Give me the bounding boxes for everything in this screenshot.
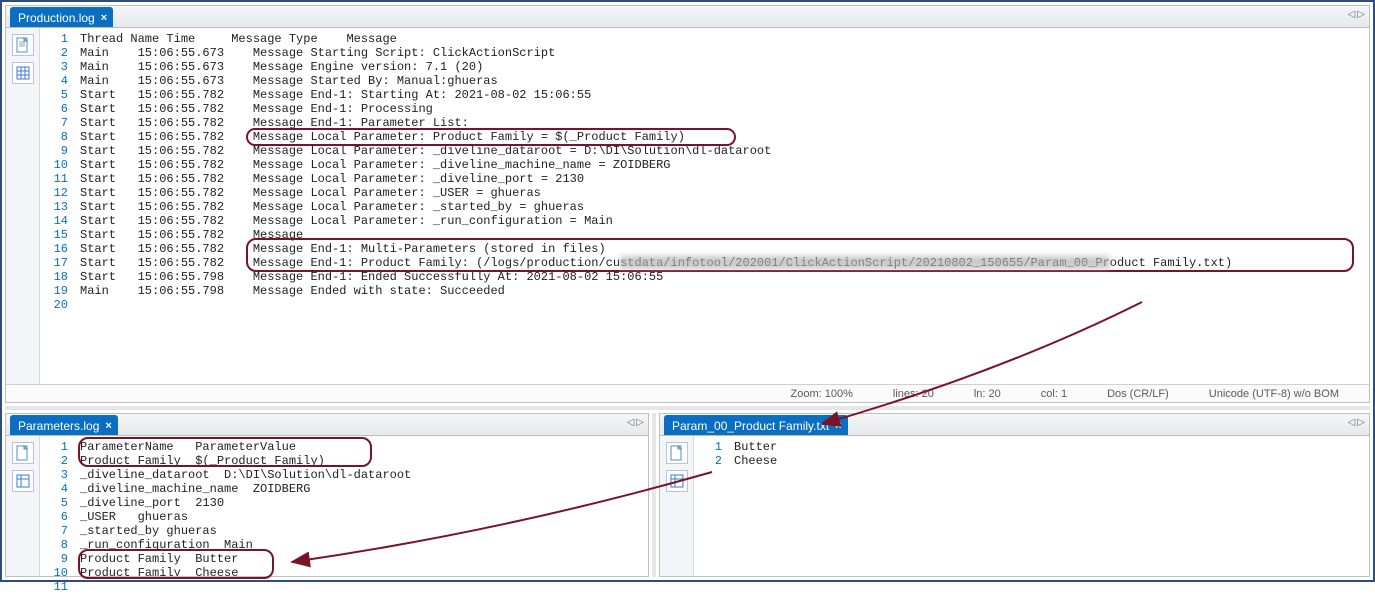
status-zoom: Zoom: 100% <box>790 388 852 400</box>
table-icon[interactable] <box>12 470 34 492</box>
tab-prev-icon[interactable]: ◁ <box>1348 417 1356 428</box>
splitter-vertical[interactable] <box>652 413 656 577</box>
status-lines: lines: 20 <box>893 388 934 400</box>
editor-pane-param-file: Param_00_Product Family.txt × ◁ ▷ 1 2 Bu… <box>659 413 1370 577</box>
tab-label: Parameters.log <box>18 419 99 433</box>
tab-prev-icon[interactable]: ◁ <box>1348 9 1356 20</box>
table-icon[interactable] <box>666 470 688 492</box>
line-gutter: 1 2 3 4 5 6 7 8 9 10 11 12 13 14 15 16 1… <box>40 28 74 384</box>
tab-label: Param_00_Product Family.txt <box>672 419 829 433</box>
status-ln: ln: 20 <box>974 388 1001 400</box>
splitter-horizontal[interactable] <box>5 406 1370 410</box>
status-eol: Dos (CR/LF) <box>1107 388 1169 400</box>
code-area[interactable]: Thread Name Time Message Type Message Ma… <box>74 28 1369 384</box>
close-icon[interactable]: × <box>835 420 841 432</box>
tab-param-file[interactable]: Param_00_Product Family.txt × <box>664 415 848 435</box>
tab-next-icon[interactable]: ▷ <box>636 417 644 428</box>
editor-iconbar <box>660 436 694 576</box>
tab-bar: Param_00_Product Family.txt × ◁ ▷ <box>660 414 1369 436</box>
tab-prev-icon[interactable]: ◁ <box>627 417 635 428</box>
line-gutter: 1 2 <box>694 436 728 576</box>
tab-label: Production.log <box>18 11 95 25</box>
editor-iconbar <box>6 28 40 384</box>
code-area[interactable]: ParameterName ParameterValue Product Fam… <box>74 436 648 576</box>
tab-next-icon[interactable]: ▷ <box>1357 9 1365 20</box>
document-icon[interactable] <box>12 442 34 464</box>
tab-parameters-log[interactable]: Parameters.log × <box>10 415 118 435</box>
editor-pane-production: Production.log × ◁ ▷ 1 2 3 4 5 6 7 8 9 1… <box>5 5 1370 403</box>
document-icon[interactable] <box>666 442 688 464</box>
status-col: col: 1 <box>1041 388 1067 400</box>
document-icon[interactable] <box>12 34 34 56</box>
tab-bar: Parameters.log × ◁ ▷ <box>6 414 648 436</box>
status-bar: Zoom: 100% lines: 20 ln: 20 col: 1 Dos (… <box>6 384 1369 402</box>
tab-production-log[interactable]: Production.log × <box>10 7 113 27</box>
close-icon[interactable]: × <box>101 12 107 24</box>
table-icon[interactable] <box>12 62 34 84</box>
code-area[interactable]: Butter Cheese <box>728 436 1369 576</box>
status-enc: Unicode (UTF-8) w/o BOM <box>1209 388 1339 400</box>
editor-iconbar <box>6 436 40 576</box>
close-icon[interactable]: × <box>105 420 111 432</box>
line-gutter: 1 2 3 4 5 6 7 8 9 10 11 <box>40 436 74 576</box>
editor-pane-parameters: Parameters.log × ◁ ▷ 1 2 3 4 5 6 7 8 9 1… <box>5 413 649 577</box>
tab-next-icon[interactable]: ▷ <box>1357 417 1365 428</box>
tab-bar: Production.log × ◁ ▷ <box>6 6 1369 28</box>
